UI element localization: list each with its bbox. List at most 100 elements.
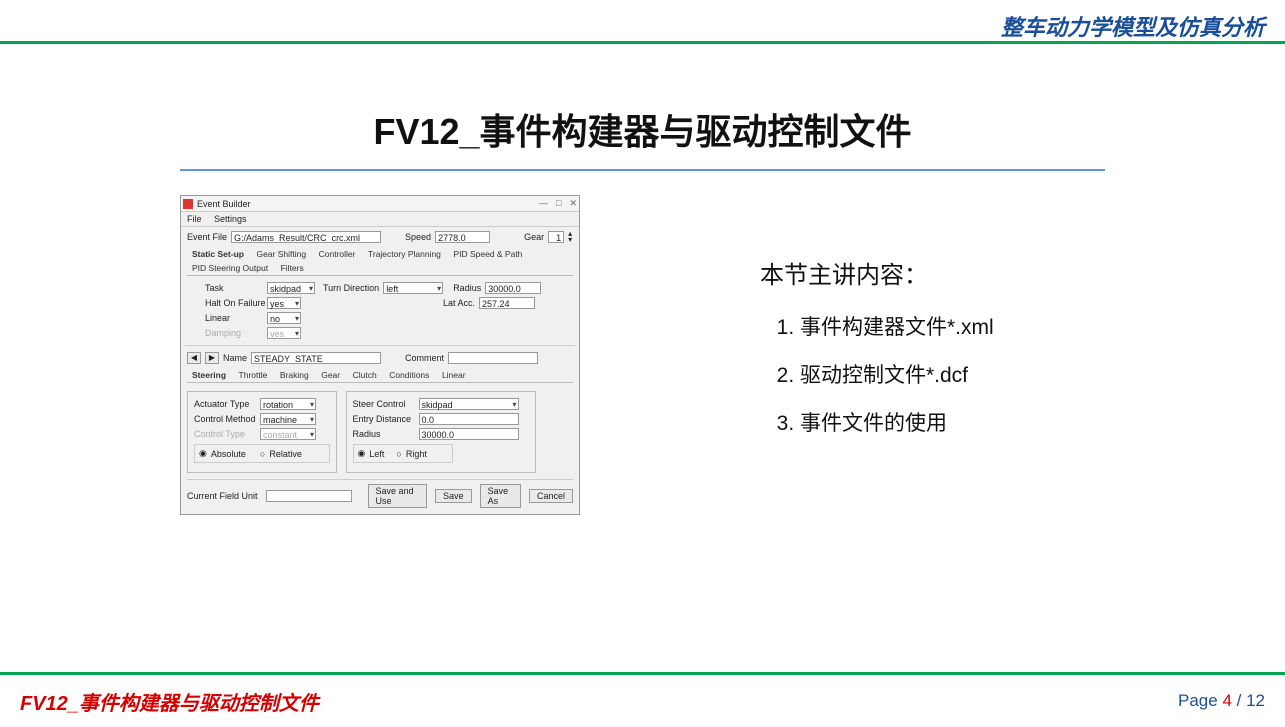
- tab-pid-speed[interactable]: PID Speed & Path: [448, 247, 527, 261]
- actuator-select[interactable]: rotation: [260, 398, 316, 410]
- name-input[interactable]: STEADY_STATE: [251, 352, 381, 364]
- radio-left[interactable]: ◉: [358, 448, 366, 459]
- app-icon: [183, 199, 193, 209]
- ctype-select: constant: [260, 428, 316, 440]
- turn-dir-label: Turn Direction: [323, 283, 379, 293]
- page-label: Page: [1178, 691, 1218, 710]
- separator: [185, 345, 575, 346]
- button-row: Current Field Unit Save and Use Save Sav…: [187, 479, 573, 508]
- save-as-button[interactable]: Save As: [480, 484, 521, 508]
- tab-conditions[interactable]: Conditions: [384, 368, 434, 382]
- tab-pid-steer[interactable]: PID Steering Output: [187, 261, 273, 275]
- nav-prev-icon[interactable]: ◀: [187, 352, 201, 364]
- window-title: Event Builder: [197, 199, 251, 209]
- linear-select[interactable]: no: [267, 312, 301, 324]
- damping-select: yes: [267, 327, 301, 339]
- page-total: 12: [1246, 691, 1265, 710]
- latacc-input[interactable]: 257.24: [479, 297, 535, 309]
- list-item: 驱动控制文件*.dcf: [800, 359, 1285, 389]
- unit-label: Current Field Unit: [187, 491, 258, 501]
- nav-next-icon[interactable]: ▶: [205, 352, 219, 364]
- section-head: 本节主讲内容：: [760, 255, 1285, 290]
- radio-right[interactable]: ○: [396, 449, 401, 459]
- list-item: 事件文件的使用: [800, 407, 1285, 437]
- gear-input[interactable]: 1: [548, 231, 564, 243]
- toc-list: 事件构建器文件*.xml 驱动控制文件*.dcf 事件文件的使用: [760, 311, 1285, 437]
- linear-label: Linear: [205, 313, 263, 323]
- tab-filters[interactable]: Filters: [276, 261, 309, 275]
- footer-left: FV12_事件构建器与驱动控制文件: [20, 687, 319, 716]
- radius-input[interactable]: 30000.0: [485, 282, 541, 294]
- steer-select[interactable]: skidpad: [419, 398, 519, 410]
- header-title: 整车动力学模型及仿真分析: [1001, 15, 1265, 40]
- content-row: Event Builder — □ ✕ File Settings Event …: [0, 195, 1285, 515]
- menu-settings[interactable]: Settings: [214, 214, 247, 224]
- page-current: 4: [1222, 691, 1231, 710]
- title-underline: [180, 169, 1105, 171]
- tabs-channel[interactable]: Steering Throttle Braking Gear Clutch Co…: [187, 368, 573, 383]
- channel-panels: Actuator Type rotation Control Method ma…: [187, 389, 573, 473]
- latacc-label: Lat Acc.: [443, 298, 475, 308]
- turn-dir-select[interactable]: left: [383, 282, 443, 294]
- name-label: Name: [223, 353, 247, 363]
- minimize-icon[interactable]: —: [539, 198, 548, 209]
- tab-linear[interactable]: Linear: [437, 368, 471, 382]
- steer-label: Steer Control: [353, 399, 415, 409]
- cancel-button[interactable]: Cancel: [529, 489, 573, 503]
- tab-gear-shifting[interactable]: Gear Shifting: [251, 247, 311, 261]
- panel-right: Steer Control skidpad Entry Distance 0.0…: [346, 391, 536, 473]
- menu-file[interactable]: File: [187, 214, 202, 224]
- save-use-button[interactable]: Save and Use: [368, 484, 428, 508]
- tab-static-setup[interactable]: Static Set-up: [187, 247, 249, 261]
- maximize-icon[interactable]: □: [556, 198, 561, 209]
- tab-trajectory[interactable]: Trajectory Planning: [363, 247, 446, 261]
- event-file-input[interactable]: G:/Adams_Result/CRC_crc.xml: [231, 231, 381, 243]
- gear-label: Gear: [524, 232, 544, 242]
- comment-input[interactable]: [448, 352, 538, 364]
- speed-label: Speed: [405, 232, 431, 242]
- entry-input[interactable]: 0.0: [419, 413, 519, 425]
- tab-throttle[interactable]: Throttle: [234, 368, 273, 382]
- radio-absolute[interactable]: ◉: [199, 448, 207, 459]
- main-area: FV12_事件构建器与驱动控制文件 Event Builder — □ ✕ Fi…: [0, 48, 1285, 667]
- footer-right: Page 4 / 12: [1178, 691, 1265, 711]
- radius-label: Radius: [453, 283, 481, 293]
- task-select[interactable]: skidpad: [267, 282, 315, 294]
- screenshot-col: Event Builder — □ ✕ File Settings Event …: [0, 195, 640, 515]
- actuator-label: Actuator Type: [194, 399, 256, 409]
- window-body: Event File G:/Adams_Result/CRC_crc.xml S…: [181, 227, 579, 514]
- footer-bar: FV12_事件构建器与驱动控制文件 Page 4 / 12: [0, 672, 1285, 727]
- rel-label: Relative: [269, 449, 302, 459]
- list-item: 事件构建器文件*.xml: [800, 311, 1285, 341]
- entry-label: Entry Distance: [353, 414, 415, 424]
- event-file-label: Event File: [187, 232, 227, 242]
- tab-steering[interactable]: Steering: [187, 368, 231, 382]
- radio-relative[interactable]: ○: [260, 449, 265, 459]
- tabs-setup[interactable]: Static Set-up Gear Shifting Controller T…: [187, 247, 573, 276]
- comment-label: Comment: [405, 353, 444, 363]
- tab-clutch[interactable]: Clutch: [348, 368, 382, 382]
- task-label: Task: [205, 283, 263, 293]
- window-titlebar[interactable]: Event Builder — □ ✕: [181, 196, 579, 212]
- radius2-label: Radius: [353, 429, 415, 439]
- slide-title: FV12_事件构建器与驱动控制文件: [0, 103, 1285, 155]
- speed-input[interactable]: 2778.0: [435, 231, 490, 243]
- method-label: Control Method: [194, 414, 256, 424]
- menubar[interactable]: File Settings: [181, 212, 579, 227]
- unit-input[interactable]: [266, 490, 352, 502]
- panel-left: Actuator Type rotation Control Method ma…: [187, 391, 337, 473]
- radius2-input[interactable]: 30000.0: [419, 428, 519, 440]
- tab-gear[interactable]: Gear: [316, 368, 345, 382]
- tab-braking[interactable]: Braking: [275, 368, 314, 382]
- save-button[interactable]: Save: [435, 489, 472, 503]
- gear-stepper-icon[interactable]: ▴▾: [568, 231, 572, 243]
- toc-col: 本节主讲内容： 事件构建器文件*.xml 驱动控制文件*.dcf 事件文件的使用: [640, 195, 1285, 515]
- window-controls[interactable]: — □ ✕: [539, 198, 577, 209]
- method-select[interactable]: machine: [260, 413, 316, 425]
- tab-controller[interactable]: Controller: [314, 247, 361, 261]
- close-icon[interactable]: ✕: [569, 198, 577, 209]
- halt-select[interactable]: yes: [267, 297, 301, 309]
- abs-label: Absolute: [211, 449, 246, 459]
- event-file-row: Event File G:/Adams_Result/CRC_crc.xml S…: [187, 231, 573, 243]
- damping-label: Damping: [205, 328, 263, 338]
